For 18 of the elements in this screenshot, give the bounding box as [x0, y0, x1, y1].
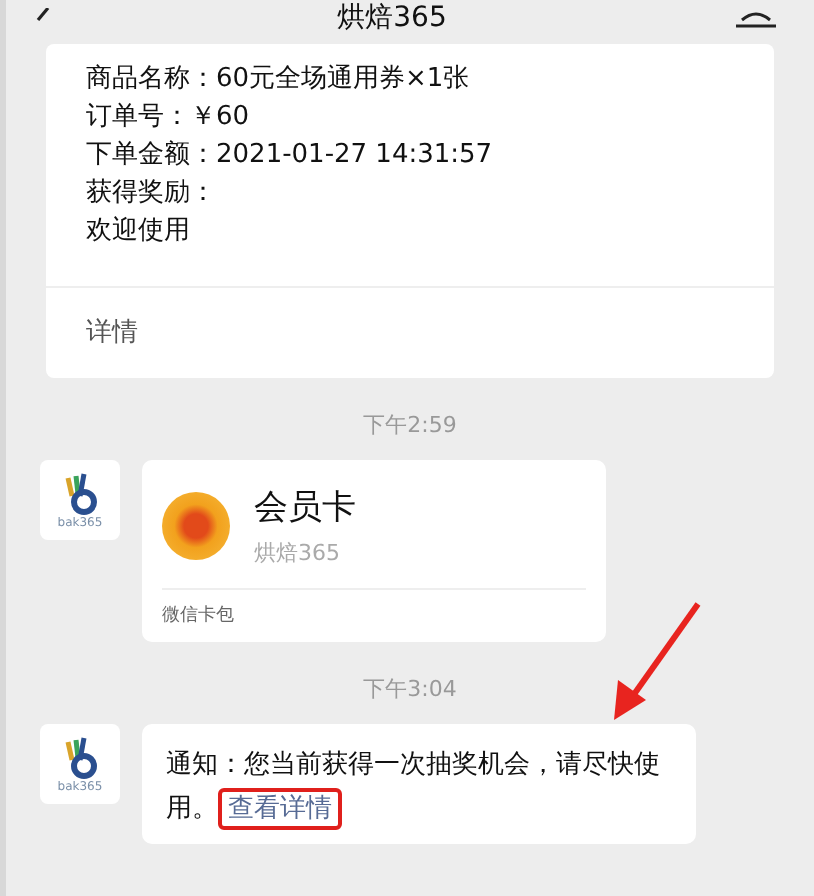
timestamp: 下午2:59 — [361, 410, 459, 440]
card-subtitle: 烘焙365 — [254, 538, 342, 568]
logo-icon — [60, 735, 100, 779]
profile-icon[interactable] — [733, 8, 778, 28]
logo-icon — [60, 471, 100, 515]
timestamp: 下午3:04 — [361, 674, 459, 704]
order-info-text: 订单号：￥60 — [84, 100, 252, 136]
order-info-text: 商品名称：60元全场通用券×1张 — [84, 62, 472, 98]
order-info-text: 欢迎使用 — [84, 214, 192, 250]
order-info-text: 下单金额：2021-01-27 14:31:57 — [84, 138, 495, 174]
card-title: 会员卡 — [254, 486, 356, 530]
cake-thumbnail — [162, 492, 230, 560]
details-link[interactable]: 详情 — [86, 318, 138, 348]
membership-card-message[interactable]: 会员卡 烘焙365 微信卡包 — [142, 460, 606, 642]
card-footer: 微信卡包 — [162, 590, 586, 642]
order-info-text: 获得奖励： — [84, 176, 218, 212]
chat-title: 烘焙365 — [337, 0, 447, 36]
view-details-link[interactable]: 查看详情 — [218, 788, 342, 830]
